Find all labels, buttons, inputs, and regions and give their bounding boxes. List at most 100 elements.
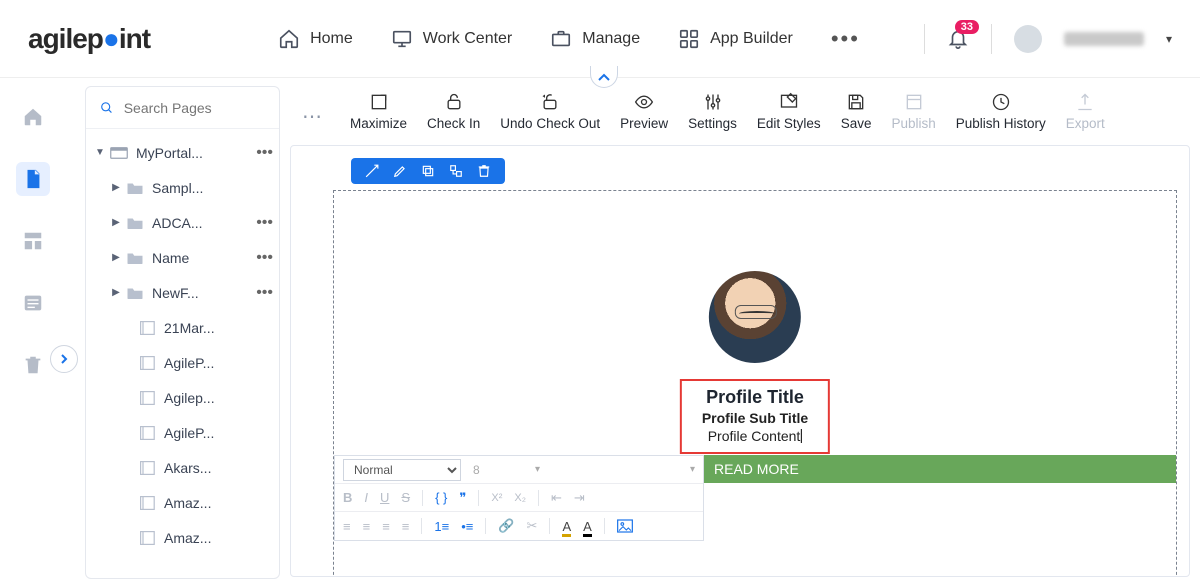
profile-title[interactable]: Profile Title (702, 387, 808, 408)
rte-subscript[interactable]: X₂ (514, 492, 526, 504)
expander-icon[interactable]: ▶ (110, 182, 122, 193)
rte-fontsize[interactable]: 8 (473, 463, 523, 477)
rte-code[interactable]: { } (435, 490, 447, 505)
rte-align-justify[interactable]: ≡ (402, 519, 410, 534)
action-settings[interactable] (449, 164, 463, 178)
tree-page[interactable]: Agilep... (86, 380, 279, 415)
row-menu[interactable]: ••• (250, 249, 279, 267)
rte-align-left[interactable]: ≡ (343, 519, 351, 534)
chevron-down-icon[interactable]: ▾ (535, 464, 540, 475)
read-more-label: READ MORE (714, 461, 799, 477)
tree-page[interactable]: Amaz... (86, 485, 279, 520)
tree-page[interactable]: AgileP... (86, 345, 279, 380)
tree-page-label: 21Mar... (164, 320, 279, 336)
rte-link[interactable]: 🔗 (498, 518, 514, 534)
undo-lock-icon (540, 92, 560, 112)
rail-trash[interactable] (16, 348, 50, 382)
expander-icon[interactable]: ▶ (110, 252, 122, 263)
rte-align-right[interactable]: ≡ (382, 519, 390, 534)
move-icon (365, 164, 379, 178)
search-pages-input[interactable] (124, 100, 265, 116)
tree-folder[interactable]: ▶ ADCA... ••• (86, 205, 279, 240)
tool-settings[interactable]: Settings (678, 92, 747, 131)
rail-pages[interactable] (16, 162, 50, 196)
action-move[interactable] (365, 164, 379, 178)
profile-widget[interactable]: Profile Title Profile Sub Title Profile … (680, 271, 830, 454)
rail-expand-toggle[interactable] (50, 345, 78, 373)
toolbar-more[interactable]: ⋯ (290, 92, 340, 129)
tool-label: Maximize (350, 116, 407, 131)
chevron-down-icon[interactable]: ▾ (690, 464, 695, 475)
tool-maximize[interactable]: Maximize (340, 92, 417, 131)
tree-root[interactable]: ▼ MyPortal... ••• (86, 135, 279, 170)
action-delete[interactable] (477, 164, 491, 178)
rte-indent[interactable]: ⇥ (574, 490, 585, 506)
row-menu[interactable]: ••• (250, 144, 279, 162)
user-avatar[interactable] (1014, 25, 1042, 53)
notifications-button[interactable]: 33 (947, 28, 969, 50)
layout-icon (22, 230, 44, 252)
tool-save[interactable]: Save (831, 92, 882, 131)
tool-checkin[interactable]: Check In (417, 92, 490, 131)
rte-bold[interactable]: B (343, 490, 352, 505)
rte-ordered-list[interactable]: 1≡ (434, 519, 449, 534)
expander-icon[interactable]: ▶ (110, 217, 122, 228)
action-copy[interactable] (421, 164, 435, 178)
tree-folder[interactable]: ▶ Sampl... (86, 170, 279, 205)
rte-quote[interactable]: ❞ (459, 490, 466, 506)
tool-edit-styles[interactable]: Edit Styles (747, 92, 831, 131)
tree-page[interactable]: 21Mar... (86, 310, 279, 345)
divider (924, 24, 925, 54)
rte-outdent[interactable]: ⇤ (551, 490, 562, 506)
tree-page[interactable]: AgileP... (86, 415, 279, 450)
rte-unordered-list[interactable]: •≡ (461, 519, 473, 534)
chevron-up-icon (598, 73, 610, 81)
read-more-bar[interactable]: READ MORE (704, 455, 1176, 483)
nav-home-label: Home (310, 30, 353, 48)
widget-container[interactable]: Profile Title Profile Sub Title Profile … (333, 190, 1177, 577)
tool-undo-checkout[interactable]: Undo Check Out (490, 92, 610, 131)
tool-preview[interactable]: Preview (610, 92, 678, 131)
user-menu-toggle[interactable]: ▾ (1166, 32, 1172, 46)
rte-underline[interactable]: U (380, 490, 389, 505)
tree-folder[interactable]: ▶ NewF... ••• (86, 275, 279, 310)
sliders-icon (703, 92, 723, 112)
rte-italic[interactable]: I (364, 490, 368, 505)
expander-icon[interactable]: ▼ (94, 147, 106, 158)
row-menu[interactable]: ••• (250, 284, 279, 302)
row-menu[interactable]: ••• (250, 214, 279, 232)
tree-page[interactable]: Amaz... (86, 520, 279, 555)
tool-label: Publish History (956, 116, 1046, 131)
rte-strike[interactable]: S (401, 490, 410, 505)
tree-page-label: Akars... (164, 460, 279, 476)
tree-page[interactable]: Akars... (86, 450, 279, 485)
nav-more[interactable]: ••• (831, 26, 860, 52)
rte-image[interactable] (617, 519, 633, 533)
nav-home[interactable]: Home (278, 28, 353, 50)
rte-bg-color[interactable]: A (583, 519, 592, 534)
left-rail (0, 78, 65, 587)
tool-publish-history[interactable]: Publish History (946, 92, 1056, 131)
folder-icon (126, 285, 144, 301)
tree-folder[interactable]: ▶ Name ••• (86, 240, 279, 275)
copy-icon (421, 164, 435, 178)
nav-manage[interactable]: Manage (550, 28, 640, 50)
expander-icon[interactable]: ▶ (110, 287, 122, 298)
canvas[interactable]: Profile Title Profile Sub Title Profile … (290, 145, 1190, 577)
rte-text-color[interactable]: A (562, 519, 571, 534)
rail-list[interactable] (16, 286, 50, 320)
profile-subtitle[interactable]: Profile Sub Title (702, 410, 808, 426)
nav-app-builder[interactable]: App Builder (678, 28, 793, 50)
rail-components[interactable] (16, 224, 50, 258)
rte-align-center[interactable]: ≡ (363, 519, 371, 534)
rail-home[interactable] (16, 100, 50, 134)
profile-content[interactable]: Profile Content (702, 428, 808, 444)
tool-label: Undo Check Out (500, 116, 600, 131)
rte-unlink[interactable]: ✂ (527, 518, 538, 534)
rte-paragraph-select[interactable]: Normal (343, 459, 461, 481)
nav-work-center[interactable]: Work Center (391, 28, 513, 50)
rte-superscript[interactable]: X² (491, 492, 502, 504)
monitor-icon (391, 28, 413, 50)
maximize-icon (369, 92, 389, 112)
action-edit[interactable] (393, 164, 407, 178)
